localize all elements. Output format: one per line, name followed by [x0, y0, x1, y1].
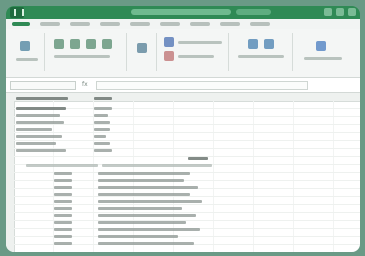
cell-text	[94, 121, 110, 124]
formula-input[interactable]	[96, 81, 308, 90]
minimize-icon[interactable]	[324, 8, 332, 16]
cell-text	[16, 142, 56, 145]
ribbon-group-cells	[230, 33, 293, 71]
excel-window: fx	[6, 6, 360, 252]
cell-text	[98, 179, 184, 182]
cell-text	[54, 186, 72, 189]
ribbon-label	[16, 58, 38, 61]
cell-text	[16, 97, 68, 100]
tab-help[interactable]	[250, 22, 270, 26]
paste-icon[interactable]	[20, 41, 30, 51]
ribbon-group-editing	[294, 33, 354, 71]
cell-text	[102, 164, 212, 167]
cell-text	[54, 235, 72, 238]
cell-text	[94, 114, 108, 117]
cell-text	[54, 228, 72, 231]
cell-text	[98, 235, 178, 238]
tab-insert[interactable]	[70, 22, 90, 26]
name-box[interactable]	[10, 81, 76, 90]
cell-text	[26, 164, 98, 167]
cell-text	[94, 107, 112, 110]
ribbon-label	[178, 41, 222, 44]
cell-text	[98, 221, 186, 224]
formula-bar: fx	[6, 78, 360, 93]
cell-text	[16, 107, 66, 110]
delete-icon[interactable]	[264, 39, 274, 49]
cell-text	[98, 193, 190, 196]
conditional-format-icon[interactable]	[164, 51, 174, 61]
cell-text	[16, 149, 66, 152]
fx-icon: fx	[82, 81, 88, 88]
tab-view[interactable]	[220, 22, 240, 26]
cell-text	[188, 157, 208, 160]
insert-icon[interactable]	[248, 39, 258, 49]
tab-review[interactable]	[190, 22, 210, 26]
window-title-secondary	[236, 9, 271, 15]
cell-text	[98, 186, 198, 189]
cell-text	[94, 97, 112, 100]
tab-home[interactable]	[40, 22, 60, 26]
cell-text	[98, 228, 200, 231]
cell-text	[98, 200, 202, 203]
cell-text	[98, 207, 182, 210]
styles-icon[interactable]	[164, 37, 174, 47]
align-icon[interactable]	[137, 43, 147, 53]
cell-text	[16, 135, 62, 138]
underline-icon[interactable]	[102, 39, 112, 49]
cell-text	[94, 135, 106, 138]
sort-filter-icon[interactable]	[316, 41, 326, 51]
tab-data[interactable]	[160, 22, 180, 26]
ribbon	[6, 29, 360, 78]
ribbon-group-styles	[158, 33, 229, 71]
cell-text	[54, 221, 72, 224]
ribbon-group-clipboard	[10, 33, 45, 71]
cell-text	[98, 214, 196, 217]
cell-text	[16, 128, 52, 131]
close-icon[interactable]	[348, 8, 356, 16]
window-title	[131, 9, 231, 15]
ribbon-label	[178, 55, 214, 58]
ribbon-tabs	[6, 19, 360, 29]
title-bar	[6, 6, 360, 19]
cell-text	[16, 121, 64, 124]
cell-text	[54, 214, 72, 217]
cell-text	[54, 200, 72, 203]
bold-icon[interactable]	[70, 39, 80, 49]
worksheet[interactable]	[6, 93, 360, 252]
ribbon-group-font	[46, 33, 127, 71]
ribbon-label	[304, 57, 342, 60]
italic-icon[interactable]	[86, 39, 96, 49]
cell-text	[94, 142, 110, 145]
maximize-icon[interactable]	[336, 8, 344, 16]
tab-formulas[interactable]	[130, 22, 150, 26]
ribbon-group-alignment	[128, 33, 157, 71]
cell-text	[54, 207, 72, 210]
tab-page-layout[interactable]	[100, 22, 120, 26]
cell-text	[54, 172, 72, 175]
tab-file[interactable]	[12, 22, 30, 26]
cell-text	[94, 149, 112, 152]
cell-text	[98, 172, 190, 175]
cell-text	[54, 242, 72, 245]
ribbon-label	[54, 55, 110, 58]
cell-text	[54, 193, 72, 196]
font-icon[interactable]	[54, 39, 64, 49]
cell-text	[16, 114, 60, 117]
cell-text	[94, 128, 110, 131]
cell-text	[54, 179, 72, 182]
excel-app-icon	[10, 7, 24, 18]
cell-text	[98, 242, 194, 245]
ribbon-label	[238, 55, 284, 58]
